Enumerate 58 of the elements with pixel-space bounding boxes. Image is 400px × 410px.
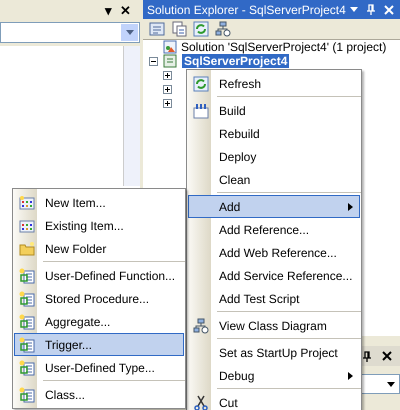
menu-item[interactable]: Set as StartUp Project (188, 341, 360, 364)
menu-item[interactable]: New Item... (14, 191, 184, 214)
code-file-icon (19, 386, 35, 402)
code-file-icon (19, 290, 35, 306)
expand-toggle[interactable] (163, 84, 172, 94)
panel-button[interactable]: ✕ (120, 4, 131, 16)
menu-item[interactable]: Class... (14, 383, 184, 406)
expand-toggle[interactable] (163, 70, 172, 80)
menu-item[interactable]: User-Defined Function... (14, 264, 184, 287)
menu-item[interactable]: Add (188, 195, 360, 218)
code-file-icon (19, 360, 35, 376)
folder-icon (19, 240, 35, 256)
submenu-arrow-icon (348, 372, 353, 380)
menu-item[interactable]: Clean (188, 168, 360, 191)
menu-item[interactable]: Add Service Reference... (188, 264, 360, 287)
properties-icon[interactable] (149, 21, 165, 37)
menu-item[interactable]: Rebuild (188, 122, 360, 145)
menu-item[interactable]: Debug (188, 364, 360, 387)
project-icon (163, 54, 177, 68)
code-file-icon (19, 314, 35, 330)
code-file-icon (19, 268, 35, 284)
submenu-arrow-icon (348, 202, 353, 210)
solution-icon (163, 40, 177, 54)
expand-toggle[interactable] (163, 98, 172, 108)
menu-item[interactable]: User-Defined Type... (14, 356, 184, 379)
class-diagram-icon (215, 21, 231, 37)
class-diagram-icon (193, 318, 209, 334)
tree-item[interactable]: Solution 'SqlServerProject4' (1 project) (149, 40, 400, 54)
menu-item[interactable]: Trigger... (14, 333, 184, 356)
panel-button[interactable]: ▾ (105, 4, 112, 16)
menu-item[interactable]: Stored Procedure... (14, 287, 184, 310)
close-icon[interactable] (382, 351, 392, 361)
code-file-icon (19, 336, 35, 352)
menu-item[interactable]: Aggregate... (14, 310, 184, 333)
dropdown-icon[interactable] (387, 382, 395, 386)
files-icon[interactable] (171, 21, 187, 37)
window-title: Solution Explorer - SqlServerProject4 (147, 2, 347, 18)
tree-item[interactable]: SqlServerProject4 (182, 54, 290, 68)
menu-item[interactable]: View Class Diagram (188, 314, 360, 337)
menu-item[interactable]: Build (188, 99, 360, 122)
pin-icon[interactable] (362, 350, 372, 362)
refresh-icon (193, 21, 209, 37)
item-icon (19, 218, 35, 234)
new-item-icon (19, 194, 35, 210)
dropdown-field[interactable] (0, 22, 140, 43)
menu-item[interactable]: Add Test Script (188, 287, 360, 310)
menu-item[interactable]: Add Reference... (188, 218, 360, 241)
scissors-icon (193, 394, 209, 410)
build-icon (193, 102, 209, 118)
menu-item[interactable]: Cut (188, 391, 360, 410)
scrollbar[interactable] (123, 46, 140, 186)
menu-item[interactable]: Refresh (188, 72, 360, 95)
menu-item[interactable]: Existing Item... (14, 214, 184, 237)
menu-item[interactable]: Deploy (188, 145, 360, 168)
collapse-toggle[interactable] (149, 56, 158, 66)
menu-item[interactable]: Add Web Reference... (188, 241, 360, 264)
refresh-icon (193, 76, 209, 92)
menu-item[interactable]: New Folder (14, 237, 184, 260)
